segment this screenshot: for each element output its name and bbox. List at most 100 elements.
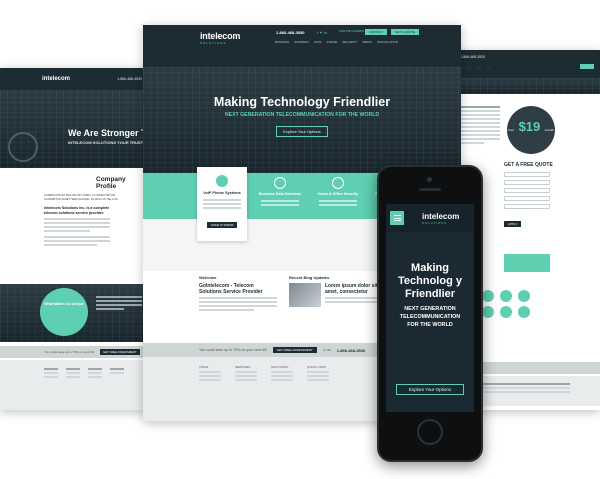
showcase-stage: intelecom 1-866-468-3530 We Are Stronger…: [0, 0, 600, 479]
service-title-voip: VoIP Phone Systems: [203, 191, 241, 195]
camera-icon: [427, 177, 432, 182]
service-card-voip[interactable]: VoIP Phone Systems VOICE SYSTEMS: [197, 167, 247, 241]
logo-tagline: SOLUTIONS: [200, 41, 227, 45]
quote-service-field[interactable]: [504, 204, 550, 209]
quote-form: APPLY: [504, 172, 550, 230]
feature-icon: [500, 306, 512, 318]
quote-phone-field[interactable]: [504, 188, 550, 193]
center-header: intelecom SOLUTIONS 1-866-468-3530 f ✦ i…: [143, 25, 461, 67]
center-phone: 1-866-468-3530: [276, 30, 305, 35]
blog-thumbnail[interactable]: [289, 283, 321, 307]
promo-prefix: from: [508, 128, 515, 132]
blog-heading: Recent Blog Updates: [289, 275, 330, 280]
menu-icon[interactable]: [390, 211, 404, 225]
feature-icon: [518, 290, 530, 302]
satellite-dish-icon: [8, 132, 38, 162]
nav-phone[interactable]: PHONE: [327, 40, 338, 44]
get-free-assessment-button[interactable]: GET FREE ASSESSMENT: [272, 347, 317, 353]
contact-button[interactable]: CONTACT: [365, 29, 388, 35]
left-logo[interactable]: intelecom: [42, 76, 70, 82]
right-quote-chip[interactable]: [580, 64, 594, 69]
unique-badge: What Makes Us Unique: [40, 288, 88, 336]
left-hero-subtitle: INTELECOM SOLUTIONS YOUR TRUSTE: [68, 140, 146, 145]
left-save-text: You could save up to 75% on your bill: [44, 350, 94, 354]
right-icon-grid: [482, 290, 532, 318]
footer-col-solutions: SOLUTIONS: [271, 365, 289, 369]
quote-apply-button[interactable]: APPLY: [504, 221, 522, 227]
footer-col-voice: VOICE: [199, 365, 209, 369]
nav-internet[interactable]: INTERNET: [294, 40, 309, 44]
for-providers-link[interactable]: FOR PROVIDERS: [339, 29, 364, 33]
nav-security[interactable]: SECURITY: [342, 40, 357, 44]
left-intro: Intelecom Solutions Inc. is a complete t…: [0, 201, 150, 246]
home-button[interactable]: [417, 419, 443, 445]
shield-icon: [332, 177, 344, 189]
profile-heading: Company Profile: [96, 176, 126, 190]
center-save-text: You could save up to 75% on your next bi…: [199, 348, 267, 352]
unique-title: What Makes Us Unique: [44, 302, 84, 306]
left-unique-band: What Makes Us Unique: [0, 284, 150, 342]
right-phone: 1-866-468-3530: [460, 55, 485, 59]
welcome-heading: Welcome: [199, 275, 217, 280]
phone-logo-tagline: SOLUTIONS: [422, 220, 448, 225]
service-card-security[interactable]: Home & Office Security: [313, 177, 363, 210]
right-teal-panel: [504, 254, 550, 272]
explore-options-button[interactable]: Explore Your Options: [276, 126, 328, 137]
center-hero: Making Technology Friendlier NEXT GENERA…: [143, 67, 461, 173]
feature-icon: [482, 306, 494, 318]
quote-title: GET A FREE QUOTE: [504, 162, 553, 168]
nav-installation[interactable]: INSTALLATION: [377, 40, 398, 44]
left-profile: Company Profile LOREM IPSUM DOLOR SIT AM…: [0, 168, 150, 201]
blog-section: Recent Blog Updates Lorem ipsum dolor si…: [289, 275, 379, 307]
phone-screen: intelecom SOLUTIONS Making Technolog y F…: [386, 204, 474, 412]
center-hero-title: Making Technology Friendlier: [213, 95, 391, 109]
smartphone-mockup: intelecom SOLUTIONS Making Technolog y F…: [377, 165, 483, 462]
promo-badge: from $19 /month: [507, 106, 555, 154]
service-title-security: Home & Office Security: [318, 192, 358, 196]
voice-systems-button[interactable]: VOICE SYSTEMS: [206, 222, 238, 228]
right-nav: ····················: [456, 66, 491, 70]
left-hero-title: We Are Stronger To: [68, 128, 150, 138]
phone-logo-name: intelecom: [422, 211, 460, 221]
quote-name-field[interactable]: [504, 172, 550, 177]
save-phone: 1-866-468-3530: [336, 347, 366, 353]
get-a-quote-button[interactable]: GET A QUOTE: [391, 29, 420, 35]
nav-data[interactable]: DATA: [314, 40, 322, 44]
left-phone: 1-866-468-3530: [117, 77, 142, 81]
footer-col-services: SERVICES: [235, 365, 251, 369]
footer-col-quick-links: QUICK LINKS: [307, 365, 327, 369]
center-main-nav: BUNDLES INTERNET DATA PHONE SECURITY MED…: [275, 40, 398, 44]
intro-text: Intelecom Solutions Inc. is a complete t…: [44, 206, 110, 215]
right-header: 1-866-468-3530 ····················: [452, 50, 600, 78]
left-hero: We Are Stronger To INTELECOM SOLUTIONS Y…: [0, 90, 150, 168]
welcome-section: Welcome GoIntelecom - Telecom Solutions …: [199, 275, 277, 313]
phone-icon: [216, 175, 228, 187]
center-logo[interactable]: intelecom SOLUTIONS: [200, 31, 240, 45]
right-text-col: [460, 104, 500, 146]
quote-company-field[interactable]: [504, 196, 550, 201]
promo-suffix: /month: [544, 128, 554, 132]
feature-icon: [482, 290, 494, 302]
phone-explore-button[interactable]: Explore Your Options: [396, 384, 464, 395]
nav-media[interactable]: MEDIA: [363, 40, 373, 44]
service-title-data: Business Data Solutions: [258, 192, 302, 196]
left-header: intelecom 1-866-468-3530: [0, 68, 150, 90]
blog-post-title[interactable]: Lorem ipsum dolor sit amet, consectetur: [325, 283, 379, 295]
service-card-data[interactable]: Business Data Solutions: [255, 177, 305, 210]
logo-name: intelecom: [200, 31, 241, 41]
nav-bundles[interactable]: BUNDLES: [275, 40, 289, 44]
phone-hero-title: Making Technolog y Friendlier: [398, 262, 462, 300]
left-save-button[interactable]: GET FREE ASSESSMENT: [99, 349, 140, 355]
unique-text: [96, 294, 142, 312]
save-or-call: or call: [322, 348, 331, 352]
phone-hero: Making Technolog y Friendlier NEXT GENER…: [386, 262, 474, 329]
speaker-grille: [419, 188, 441, 191]
social-icons: f ✦ in: [317, 30, 327, 35]
center-hero-subtitle: NEXT GENERATION TELECOMMUNICATION FOR TH…: [224, 112, 380, 118]
quote-email-field[interactable]: [504, 180, 550, 185]
feature-icon: [518, 306, 530, 318]
phone-logo[interactable]: intelecom SOLUTIONS: [422, 212, 459, 225]
phone-hero-subtitle: NEXT GENERATION TELECOMMUNICATION FOR TH…: [399, 306, 461, 328]
right-hero-strip: [452, 78, 600, 94]
left-page-mockup: intelecom 1-866-468-3530 We Are Stronger…: [0, 68, 150, 410]
